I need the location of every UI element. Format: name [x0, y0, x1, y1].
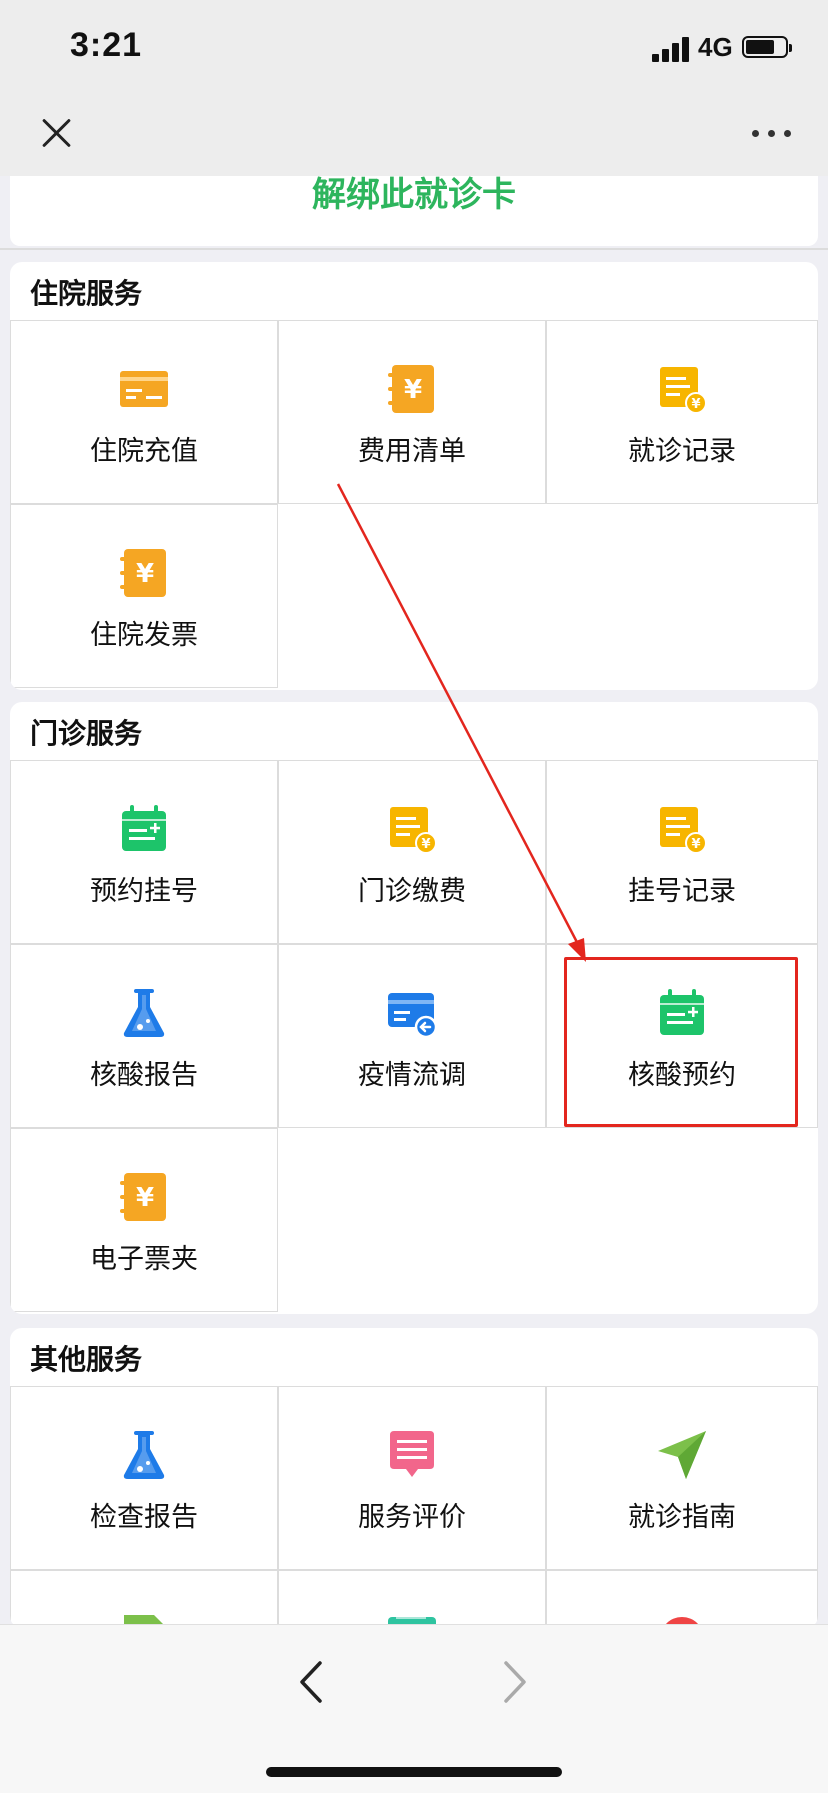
service-label: 门诊缴费	[358, 876, 466, 907]
service-label: 挂号记录	[628, 876, 736, 907]
document-yuan-icon: ¥	[390, 807, 436, 853]
back-arrow-icon[interactable]	[296, 1659, 326, 1705]
service-epidemic-survey[interactable]: 疫情流调	[278, 944, 546, 1128]
unbind-card-button[interactable]: 解绑此就诊卡	[10, 178, 818, 212]
service-label: 疫情流调	[358, 1060, 466, 1091]
service-label: 服务评价	[358, 1502, 466, 1533]
svg-text:¥: ¥	[691, 837, 700, 852]
svg-text:¥: ¥	[404, 375, 422, 405]
service-visit-records[interactable]: ¥ 就诊记录	[546, 320, 818, 504]
divider	[0, 248, 828, 250]
close-icon[interactable]	[36, 112, 78, 154]
service-registration-records[interactable]: ¥ 挂号记录	[546, 760, 818, 944]
service-label: 检查报告	[90, 1502, 198, 1533]
service-label: 预约挂号	[90, 876, 198, 907]
browser-toolbar	[0, 1624, 828, 1793]
service-label: 住院发票	[90, 620, 198, 651]
service-outpatient-payment[interactable]: ¥ 门诊缴费	[278, 760, 546, 944]
yuan-notebook-icon: ¥	[120, 549, 166, 597]
calendar-plus-icon	[122, 805, 166, 851]
forward-arrow-icon[interactable]	[500, 1659, 530, 1705]
status-bar: 3:21 4G	[0, 0, 828, 98]
service-label: 核酸报告	[90, 1060, 198, 1091]
service-label: 就诊记录	[628, 436, 736, 467]
network-type: 4G	[698, 32, 733, 62]
status-time: 3:21	[70, 26, 143, 64]
service-label: 电子票夹	[90, 1244, 198, 1275]
service-evaluation[interactable]: 服务评价	[278, 1386, 546, 1570]
section-other: 其他服务 检查报告 服务评价 就诊指南	[10, 1328, 818, 1628]
service-label: 就诊指南	[628, 1502, 736, 1533]
svg-text:¥: ¥	[136, 1183, 154, 1213]
svg-text:¥: ¥	[421, 837, 430, 852]
service-cell-partial[interactable]	[10, 1570, 278, 1628]
service-label: 费用清单	[358, 436, 466, 467]
annotation-highlight-box	[564, 957, 798, 1127]
yuan-notebook-icon: ¥	[120, 1173, 166, 1221]
service-inpatient-topup[interactable]: 住院充值	[10, 320, 278, 504]
section-title: 门诊服务	[30, 717, 143, 750]
section-title: 住院服务	[30, 277, 143, 310]
service-e-ticket-folder[interactable]: ¥ 电子票夹	[10, 1128, 278, 1312]
card-arrow-icon	[388, 993, 436, 1037]
service-exam-report[interactable]: 检查报告	[10, 1386, 278, 1570]
service-nucleic-report[interactable]: 核酸报告	[10, 944, 278, 1128]
signal-icon	[652, 36, 692, 62]
service-fee-list[interactable]: ¥ 费用清单	[278, 320, 546, 504]
service-cell-partial[interactable]	[278, 1570, 546, 1628]
service-cell-partial[interactable]	[546, 1570, 818, 1628]
service-inpatient-invoice[interactable]: ¥ 住院发票	[10, 504, 278, 688]
more-options-icon[interactable]	[752, 126, 792, 140]
nav-bar	[0, 98, 828, 176]
navigation-arrow-icon	[658, 1431, 706, 1479]
home-indicator[interactable]	[266, 1767, 562, 1777]
flask-icon	[123, 1431, 165, 1479]
yuan-notebook-icon: ¥	[388, 365, 434, 413]
section-title: 其他服务	[30, 1343, 143, 1376]
battery-icon	[742, 36, 792, 58]
comment-icon	[390, 1431, 434, 1477]
document-yuan-icon: ¥	[660, 807, 706, 853]
card-icon	[120, 371, 168, 407]
flask-icon	[123, 989, 165, 1037]
svg-text:¥: ¥	[691, 397, 700, 412]
svg-text:¥: ¥	[136, 559, 154, 589]
section-inpatient: 住院服务 住院充值 ¥ 费用清单 ¥ 就诊记录 ¥ 住院发票	[10, 262, 818, 690]
document-yuan-icon: ¥	[660, 367, 706, 413]
unbind-card: 解绑此就诊卡	[10, 176, 818, 246]
service-visit-guide[interactable]: 就诊指南	[546, 1386, 818, 1570]
service-appointment[interactable]: 预约挂号	[10, 760, 278, 944]
service-label: 住院充值	[90, 436, 198, 467]
